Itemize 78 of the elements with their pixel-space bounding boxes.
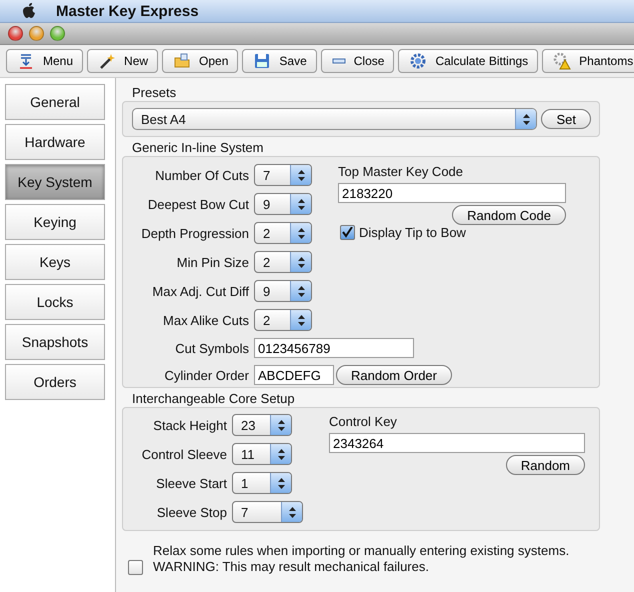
stepper-arrows-icon[interactable] [515, 109, 536, 129]
number-select[interactable]: 1 [232, 472, 292, 494]
toolbar-button[interactable]: Calculate Bittings [398, 49, 538, 73]
checkbox[interactable] [128, 560, 143, 575]
checkbox-label: Relax some rules when importing or manually entering existing systems. [153, 543, 570, 559]
field-label: Control Key [329, 414, 398, 429]
field-label: Sleeve Start [155, 476, 227, 490]
gear-icon [409, 52, 428, 70]
field-label: Min Pin Size [176, 254, 249, 270]
sidebar-item[interactable]: Orders [5, 364, 105, 400]
number-select[interactable]: 2 [254, 222, 312, 244]
number-select[interactable]: 2 [254, 309, 312, 331]
field-label: Deepest Bow Cut [146, 196, 249, 212]
checkbox[interactable] [340, 225, 355, 240]
field-label: Top Master Key Code [338, 164, 464, 179]
stepper-arrows-icon[interactable] [290, 165, 311, 185]
wand-icon [98, 52, 116, 70]
field-label: Number Of Cuts [154, 168, 249, 182]
preset-select[interactable]: Best A4 [132, 108, 538, 130]
field-label: Depth Progression [140, 226, 249, 240]
number-select[interactable]: 7 [232, 501, 303, 523]
stepper-arrows-icon[interactable] [290, 252, 311, 272]
sidebar-item[interactable]: Key System [5, 164, 105, 200]
sidebar-item[interactable]: Locks [5, 284, 105, 320]
field-label: Cut Symbols [174, 340, 249, 356]
field-label: Sleeve Stop [156, 504, 227, 520]
number-select[interactable]: 9 [254, 280, 312, 302]
stepper-arrows-icon[interactable] [281, 502, 302, 522]
toolbar-button[interactable]: Phantoms [542, 49, 634, 73]
minus-icon [332, 58, 346, 64]
sidebar-item[interactable]: Keys [5, 244, 105, 280]
stepper-arrows-icon[interactable] [290, 223, 311, 243]
number-select[interactable]: 7 [254, 164, 312, 186]
close-window-button[interactable] [8, 26, 23, 41]
field-label: Max Alike Cuts [162, 312, 249, 328]
toolbar-button[interactable]: Close [320, 49, 394, 73]
gear-warning-icon [553, 52, 572, 70]
minimize-window-button[interactable] [29, 26, 44, 41]
field-label: Stack Height [152, 418, 227, 432]
sidebar-item[interactable]: Keying [5, 204, 105, 240]
field-label: Cylinder Order [163, 368, 249, 382]
group-heading: Interchangeable Core Setup [131, 390, 296, 407]
field-label: Max Adj. Cut Diff [151, 284, 249, 298]
number-select[interactable]: 23 [232, 414, 292, 436]
input-field[interactable]: 2183220 [338, 183, 566, 203]
warning-text: WARNING: This may result mechanical failures. [153, 559, 430, 575]
number-select[interactable]: 9 [254, 193, 312, 215]
stepper-arrows-icon[interactable] [290, 310, 311, 330]
stepper-arrows-icon[interactable] [290, 194, 311, 214]
number-select[interactable]: 2 [254, 251, 312, 273]
input-field[interactable]: 0123456789 [254, 338, 414, 358]
set-button[interactable]: Set [541, 109, 591, 129]
group-heading: Generic In-line System [131, 139, 264, 156]
sidebar-item[interactable]: Hardware [5, 124, 105, 160]
toolbar-button[interactable]: Menu [6, 49, 84, 73]
stepper-arrows-icon[interactable] [290, 281, 311, 301]
group-heading: Presets [131, 84, 178, 101]
stepper-arrows-icon[interactable] [270, 473, 291, 493]
menu-icon [17, 52, 35, 70]
field-label: Control Sleeve [140, 446, 227, 462]
random-code-button[interactable]: Random Code [452, 205, 566, 225]
random-order-button[interactable]: Random Order [336, 365, 452, 385]
folder-icon [173, 52, 192, 70]
stepper-arrows-icon[interactable] [270, 444, 291, 464]
app-title: Master Key Express [56, 2, 199, 20]
toolbar-button[interactable]: Save [242, 49, 317, 73]
random-button[interactable]: Random [506, 455, 585, 475]
input-field[interactable]: 2343264 [329, 433, 585, 453]
zoom-window-button[interactable] [50, 26, 65, 41]
sidebar-item[interactable]: Snapshots [5, 324, 105, 360]
apple-icon[interactable] [22, 3, 36, 19]
checkbox-label: Display Tip to Bow [359, 225, 466, 240]
input-field[interactable]: ABCDEFG [254, 365, 334, 385]
sidebar-item[interactable]: General [5, 84, 105, 120]
toolbar-button[interactable]: Open [162, 49, 238, 73]
toolbar-button[interactable]: New [87, 49, 158, 73]
number-select[interactable]: 11 [232, 443, 292, 465]
stepper-arrows-icon[interactable] [270, 415, 291, 435]
